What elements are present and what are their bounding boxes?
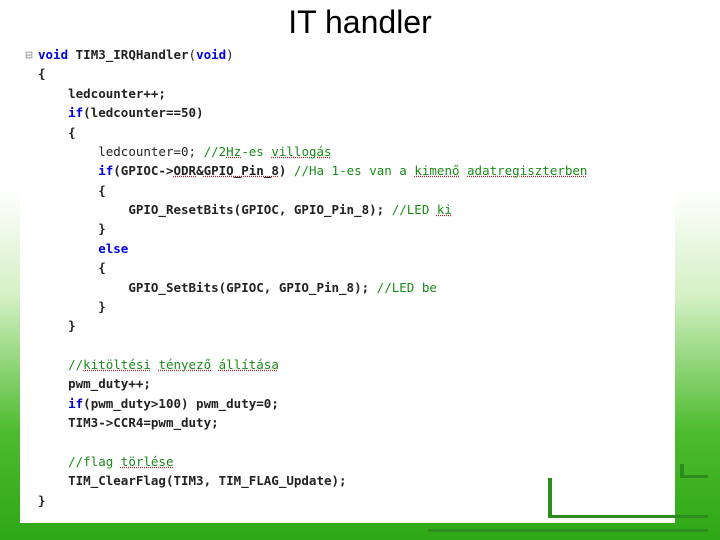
brace: }	[98, 299, 106, 314]
code-panel: ⊟void TIM3_IRQHandler(void) { ledcounter…	[20, 43, 675, 523]
comment: //LED be	[369, 280, 437, 295]
comment: //flag törlése	[68, 454, 173, 469]
comment: //kitöltési tényező állítása	[68, 357, 279, 372]
brace: }	[98, 221, 106, 236]
kw-if: if	[68, 396, 83, 411]
brace: {	[98, 260, 106, 275]
kw-else: else	[98, 241, 128, 256]
stmt: TIM_ClearFlag(TIM3, TIM_FLAG_Update);	[68, 473, 346, 488]
slide-title: IT handler	[0, 0, 720, 43]
cond: (GPIOC->ODR&GPIO_Pin_8)	[113, 163, 286, 178]
comment: //LED ki	[384, 202, 452, 217]
comment: //2Hz-es villogás	[196, 144, 332, 159]
stmt: ledcounter++;	[68, 86, 166, 101]
brace: }	[38, 493, 46, 508]
stmt: GPIO_ResetBits(GPIOC, GPIO_Pin_8);	[128, 202, 384, 217]
cond: (ledcounter==50)	[83, 105, 203, 120]
stmt: pwm_duty++;	[68, 376, 151, 391]
brace: {	[68, 125, 76, 140]
stmt: TIM3->CCR4=pwm_duty;	[68, 415, 219, 430]
kw-if: if	[98, 163, 113, 178]
kw-void: void	[38, 47, 68, 62]
brace: {	[38, 66, 46, 81]
stmt: (pwm_duty>100) pwm_duty=0;	[83, 396, 279, 411]
fold-icon: ⊟	[20, 45, 38, 64]
kw-void-2: void	[196, 47, 226, 62]
brace: {	[98, 183, 106, 198]
fn-name: TIM3_IRQHandler	[76, 47, 189, 62]
kw-if: if	[68, 105, 83, 120]
brace: }	[68, 318, 76, 333]
code-block: ⊟void TIM3_IRQHandler(void) { ledcounter…	[20, 43, 675, 510]
stmt: GPIO_SetBits(GPIOC, GPIO_Pin_8);	[128, 280, 369, 295]
stmt: ledcounter=0;	[98, 144, 196, 159]
comment: //Ha 1-es van a kimenő adatregiszterben	[286, 163, 587, 178]
